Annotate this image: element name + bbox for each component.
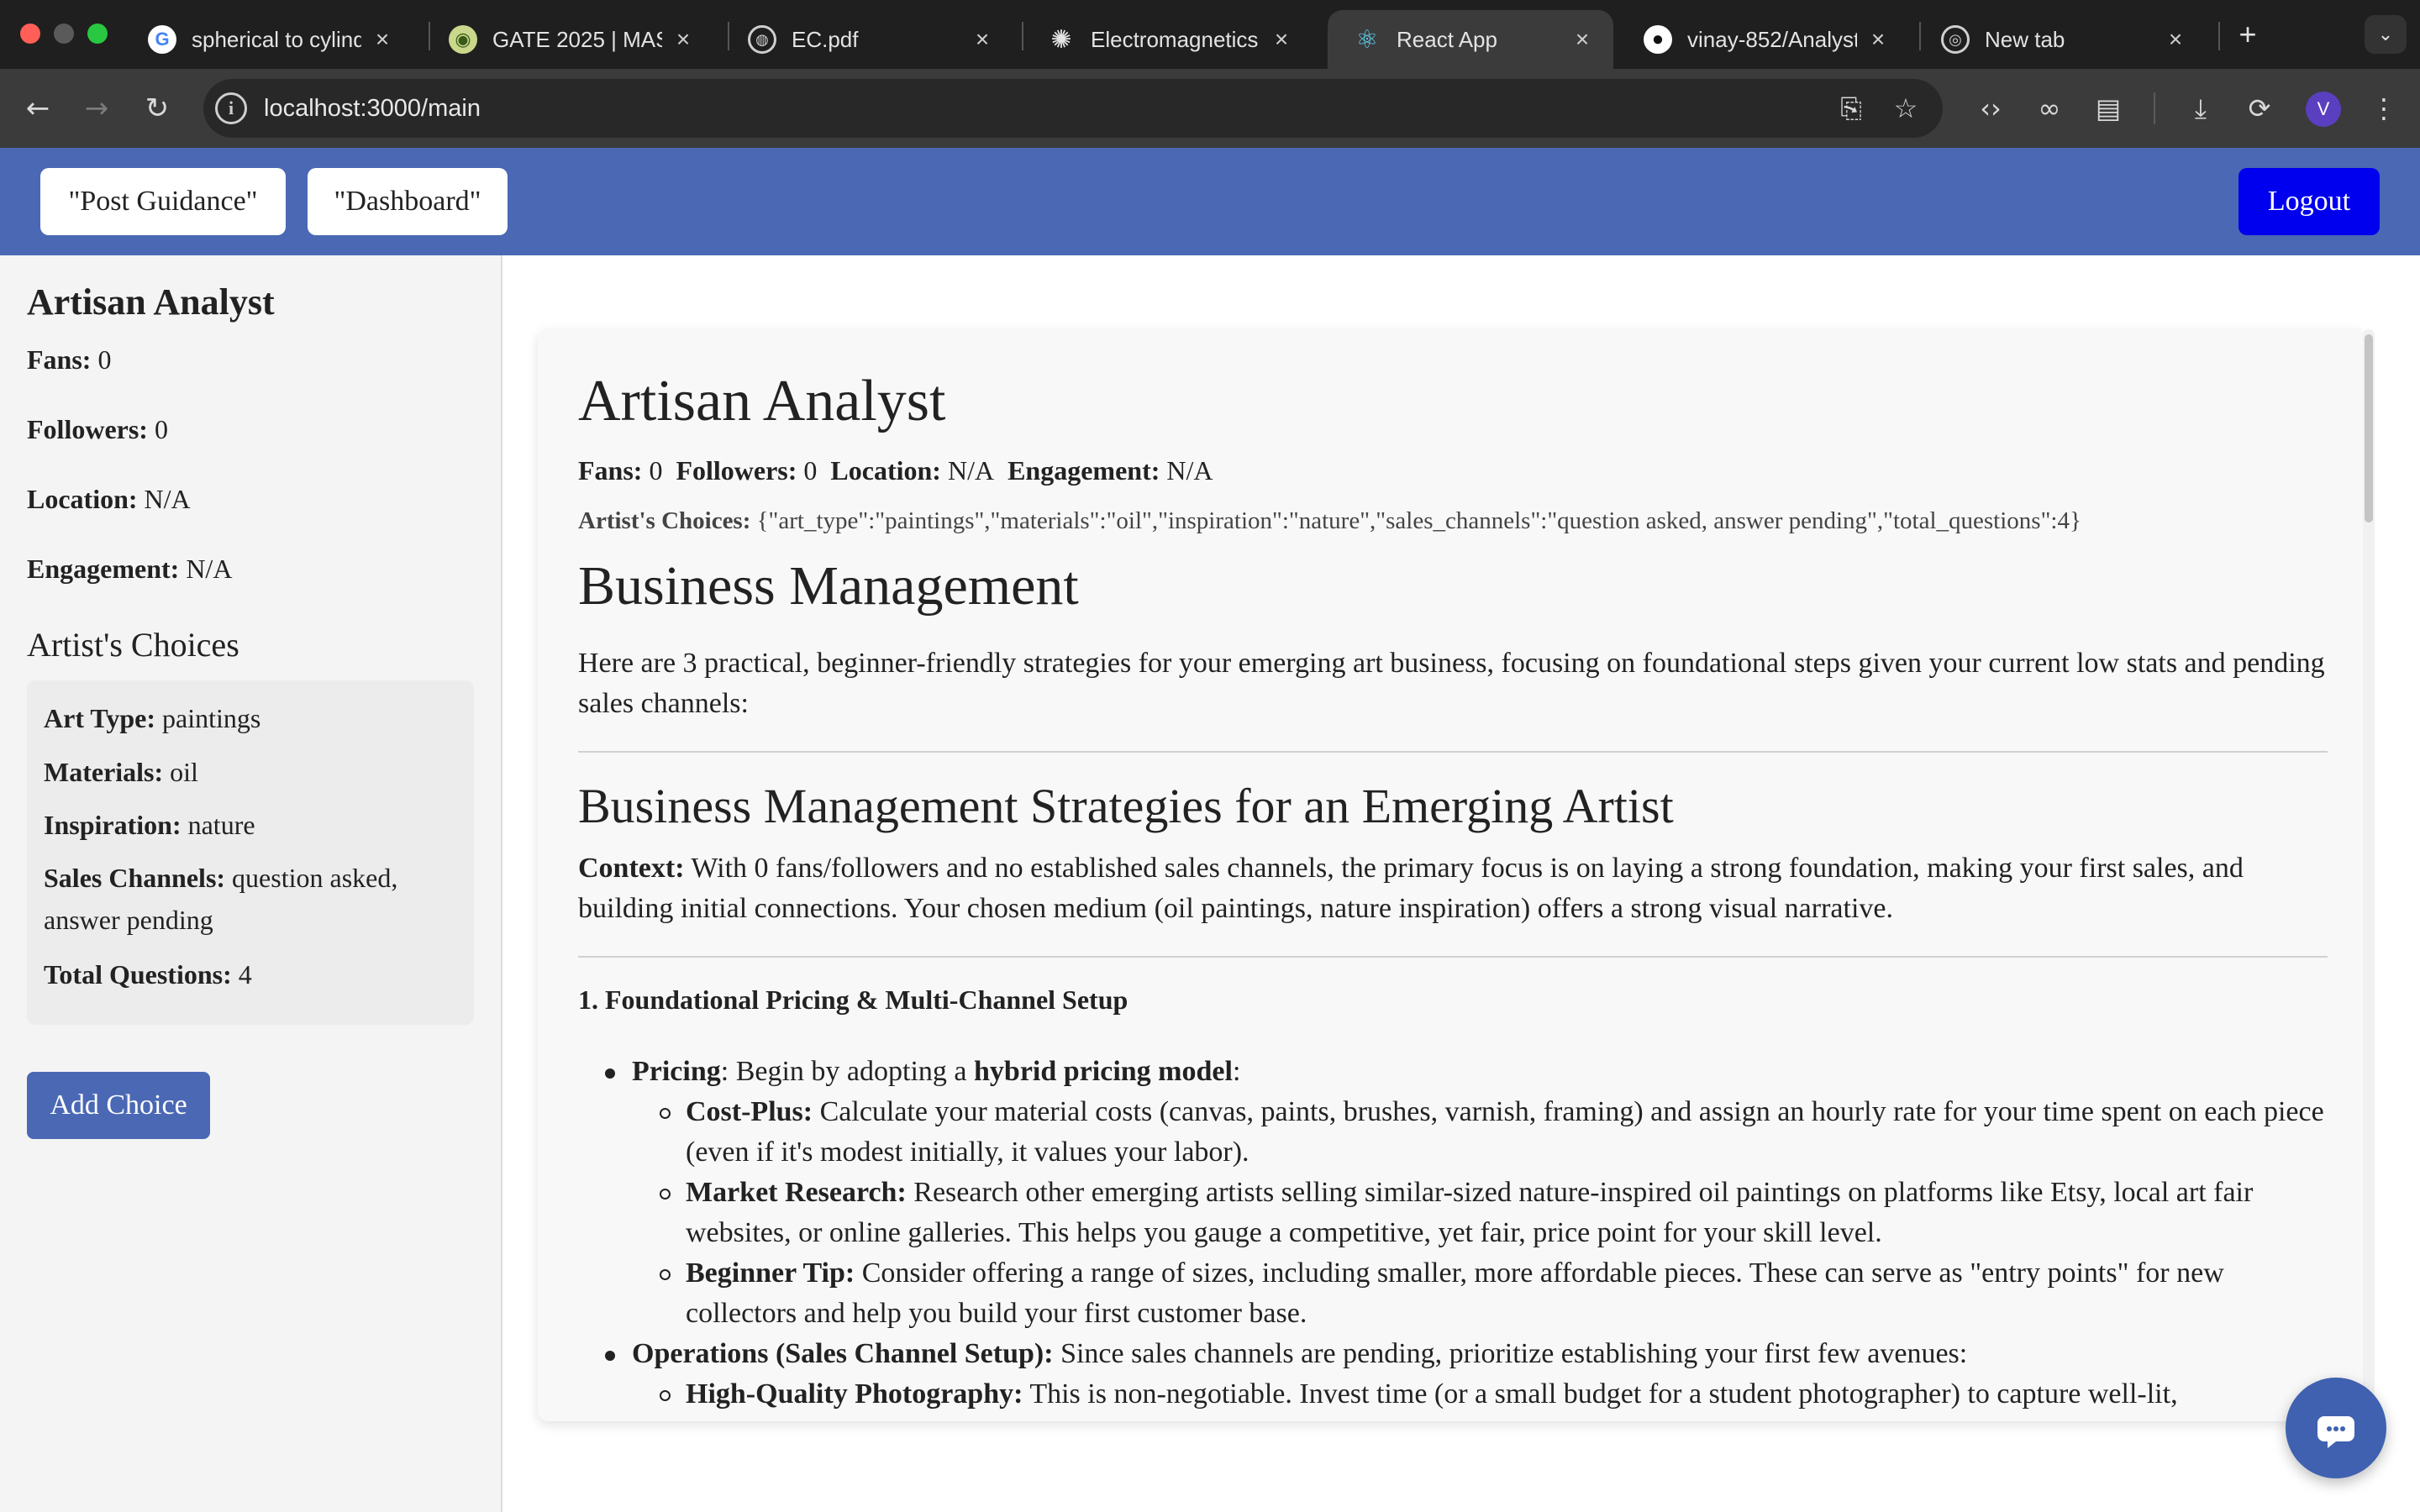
- sub-bullet: [660, 1108, 671, 1119]
- scrollbar-thumb[interactable]: [2365, 334, 2373, 522]
- chat-button[interactable]: [2286, 1378, 2386, 1478]
- divider: [578, 956, 2328, 958]
- list-item-pricing: Pricing: Begin by adopting a hybrid pric…: [632, 1056, 1241, 1087]
- back-arrow-icon[interactable]: ←: [17, 87, 59, 129]
- logout-button[interactable]: Logout: [2238, 168, 2380, 235]
- stats-line: Fans: 0 Followers: 0 Location: N/A Engag…: [578, 455, 1213, 486]
- minimize-window-button[interactable]: [54, 24, 74, 44]
- section-heading: Business Management: [578, 555, 1079, 617]
- browser-tab[interactable]: G spherical to cylindr ×: [123, 10, 413, 69]
- tab-title: New tab: [1985, 26, 2065, 52]
- chat-bubble-icon: [2317, 1416, 2354, 1448]
- extension-icon[interactable]: ⟳: [2238, 87, 2281, 129]
- browser-tab-active[interactable]: ⚛ React App ×: [1328, 10, 1613, 69]
- choices-json-line: Artist's Choices: {"art_type":"paintings…: [578, 507, 2081, 534]
- close-icon[interactable]: ×: [1865, 26, 1891, 53]
- close-icon[interactable]: ×: [1570, 26, 1595, 53]
- reload-icon[interactable]: ↻: [136, 87, 178, 129]
- bullet: [605, 1068, 615, 1079]
- choices-heading: Artist's Choices: [27, 626, 239, 664]
- choice-item: Inspiration: nature: [44, 810, 255, 840]
- close-icon[interactable]: ×: [2163, 26, 2188, 53]
- followers-stat: Followers: 0: [27, 414, 168, 444]
- browser-tab-strip: G spherical to cylindr × ◉ GATE 2025 | M…: [0, 0, 2420, 69]
- intro-paragraph: Here are 3 practical, beginner-friendly …: [578, 648, 2325, 719]
- github-icon: ●: [1644, 25, 1672, 54]
- link-icon[interactable]: ∞: [2028, 87, 2070, 129]
- list-item-photography: High-Quality Photography: This is non-ne…: [686, 1378, 2178, 1410]
- choice-item: Materials: oil: [44, 757, 198, 787]
- reading-list-icon[interactable]: ▤: [2087, 87, 2129, 129]
- google-g-icon: G: [148, 25, 176, 54]
- close-window-button[interactable]: [20, 24, 40, 44]
- choice-item: Art Type: paintings: [44, 703, 261, 733]
- tab-title: Electromagnetics S: [1091, 26, 1260, 52]
- list-item-beginner-tip: Beginner Tip: Consider offering a range …: [686, 1257, 2224, 1329]
- context-paragraph: Context: With 0 fans/followers and no es…: [578, 853, 2244, 924]
- address-bar[interactable]: i localhost:3000/main ⎘ ☆: [203, 79, 1943, 138]
- subsection-heading: Business Management Strategies for an Em…: [578, 779, 1674, 833]
- browser-tab[interactable]: ● vinay-852/Analyst ×: [1618, 10, 1909, 69]
- fans-stat: Fans: 0: [27, 344, 112, 375]
- list-item-market-research: Market Research: Research other emerging…: [686, 1177, 2254, 1248]
- close-icon[interactable]: ×: [671, 26, 696, 53]
- code-icon[interactable]: ‹›: [1970, 87, 2012, 129]
- strategy-heading: 1. Foundational Pricing & Multi-Channel …: [578, 984, 1128, 1015]
- tab-title: vinay-852/Analyst: [1687, 26, 1857, 52]
- add-choice-button[interactable]: Add Choice: [27, 1072, 210, 1139]
- sub-bullet: [660, 1269, 671, 1280]
- browser-tab[interactable]: ◎ New tab ×: [1916, 10, 2207, 69]
- divider: [578, 751, 2328, 753]
- bullet: [605, 1351, 615, 1361]
- close-icon[interactable]: ×: [970, 26, 995, 53]
- browser-tab[interactable]: ◉ GATE 2025 | MASTER ×: [424, 10, 714, 69]
- url-text[interactable]: localhost:3000/main: [264, 79, 481, 138]
- post-guidance-button[interactable]: "Post Guidance": [40, 168, 286, 235]
- tab-title: EC.pdf: [792, 26, 859, 52]
- close-icon[interactable]: ×: [1269, 26, 1294, 53]
- dashboard-button[interactable]: "Dashboard": [308, 168, 508, 235]
- close-icon[interactable]: ×: [370, 26, 395, 53]
- location-stat: Location: N/A: [27, 484, 191, 514]
- forward-arrow-icon[interactable]: →: [76, 87, 118, 129]
- android-icon: ◉: [449, 25, 477, 54]
- list-item-operations: Operations (Sales Channel Setup): Since …: [632, 1338, 1968, 1369]
- sub-bullet: [660, 1390, 671, 1401]
- artist-name: Artisan Analyst: [27, 281, 275, 323]
- page-title: Artisan Analyst: [578, 369, 946, 433]
- globe-icon: ◍: [748, 25, 776, 54]
- sidebar: Artisan Analyst Fans: 0 Followers: 0 Loc…: [0, 255, 502, 1512]
- download-icon[interactable]: ⤓: [2180, 87, 2222, 129]
- tab-title: React App: [1397, 26, 1497, 52]
- zoom-window-button[interactable]: [87, 24, 108, 44]
- scrollbar-track[interactable]: [2363, 329, 2375, 1421]
- browser-tab[interactable]: ✺ Electromagnetics S ×: [1022, 10, 1313, 69]
- guidance-card: Artisan Analyst Fans: 0 Followers: 0 Loc…: [538, 329, 2365, 1421]
- sub-bullet: [660, 1189, 671, 1200]
- tab-search-chevron-icon[interactable]: ⌄: [2365, 15, 2407, 54]
- site-info-icon[interactable]: i: [215, 92, 247, 124]
- engagement-stat: Engagement: N/A: [27, 554, 233, 584]
- install-app-icon[interactable]: ⎘: [1833, 91, 1869, 126]
- more-menu-icon[interactable]: ⋮: [2363, 87, 2405, 129]
- react-icon: ⚛: [1355, 25, 1379, 54]
- app-header: "Post Guidance" "Dashboard" Logout: [0, 148, 2420, 255]
- choice-item: Sales Channels: question asked, answer p…: [44, 863, 398, 935]
- bookmark-star-icon[interactable]: ☆: [1888, 91, 1923, 126]
- choices-list: Art Type: paintings Materials: oil Inspi…: [27, 680, 474, 1025]
- tab-title: GATE 2025 | MASTER: [492, 26, 662, 52]
- chrome-icon: ◎: [1941, 25, 1970, 54]
- openai-icon: ✺: [1050, 25, 1072, 54]
- list-item-cost-plus: Cost-Plus: Calculate your material costs…: [686, 1096, 2324, 1168]
- tab-title: spherical to cylindr: [192, 26, 361, 52]
- profile-avatar[interactable]: V: [2306, 92, 2341, 127]
- browser-tab[interactable]: ◍ EC.pdf ×: [723, 10, 1013, 69]
- choice-item: Total Questions: 4: [44, 959, 252, 990]
- new-tab-plus-icon[interactable]: +: [2228, 15, 2267, 54]
